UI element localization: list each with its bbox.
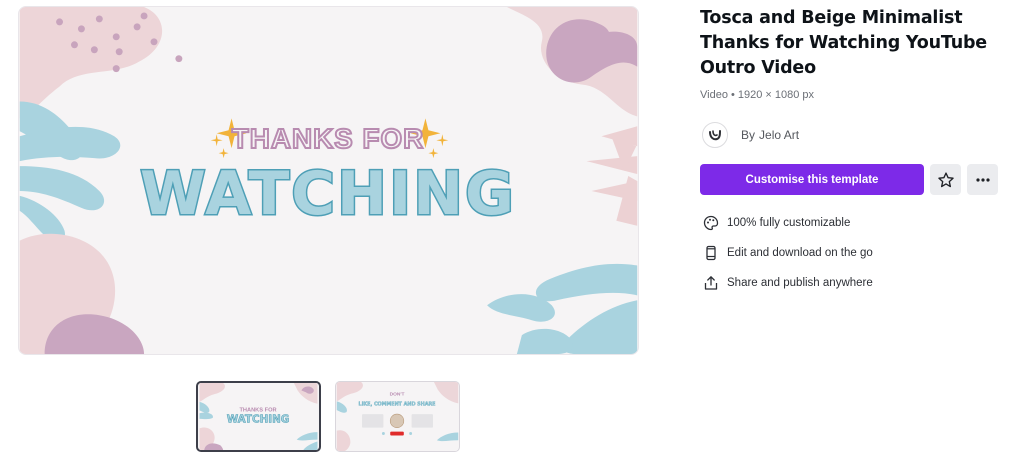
author-avatar[interactable] [702, 122, 728, 148]
more-horizontal-icon [975, 177, 990, 182]
preview-headline-small: THANKS FOR [232, 123, 424, 154]
customise-template-button[interactable]: Customise this template [700, 164, 924, 195]
thumbnail-2-line2: LIKE, COMMENT AND SHARE [359, 401, 436, 407]
template-meta: Video • 1920 × 1080 px [700, 89, 815, 101]
feature-item: Share and publish anywhere [700, 268, 1010, 298]
template-preview[interactable]: THANKS FOR WATCHING [18, 6, 639, 355]
author-row[interactable]: By Jelo Art [700, 122, 1010, 148]
mobile-phone-icon [702, 244, 720, 262]
feature-item: Edit and download on the go [700, 238, 1010, 268]
feature-label: Edit and download on the go [727, 247, 873, 259]
palette-icon [702, 214, 720, 232]
template-title: Tosca and Beige Minimalist Thanks for Wa… [700, 8, 987, 78]
favorite-button[interactable] [930, 164, 961, 195]
star-icon [937, 171, 954, 187]
thumbnail-1-line1: THANKS FOR [239, 407, 276, 413]
thumbnail-1-line2: WATCHING [227, 414, 290, 426]
author-prefix: By [741, 128, 756, 142]
more-options-button[interactable] [967, 164, 998, 195]
preview-headline-big: WATCHING [140, 160, 516, 229]
thumbnail-page-1[interactable]: THANKS FOR WATCHING [196, 381, 321, 452]
feature-list: 100% fully customizable Edit and downloa… [700, 208, 1010, 298]
jelo-art-logo-icon [709, 130, 721, 141]
thumbnail-page-2[interactable]: DON'T LIKE, COMMENT AND SHARE [335, 381, 460, 452]
feature-label: Share and publish anywhere [727, 277, 873, 289]
thumbnail-2-line1: DON'T [390, 392, 405, 398]
share-upload-icon [702, 274, 720, 292]
feature-label: 100% fully customizable [727, 217, 851, 229]
page-thumbnails: THANKS FOR WATCHING DON'T LIKE, COMMENT … [196, 381, 460, 452]
action-row: Customise this template [700, 164, 1010, 195]
author-name-link[interactable]: Jelo Art [759, 128, 799, 142]
feature-item: 100% fully customizable [700, 208, 1010, 238]
template-info-panel: Tosca and Beige Minimalist Thanks for Wa… [700, 6, 1010, 298]
